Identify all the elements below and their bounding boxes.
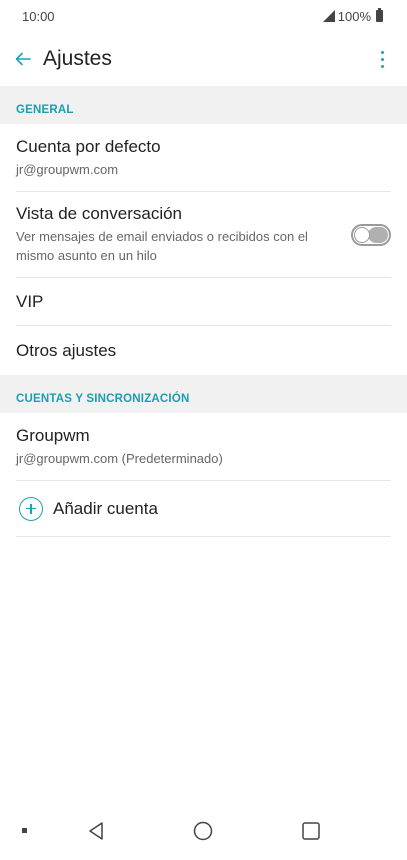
- item-subtitle: jr@groupwm.com (Predeterminado): [16, 450, 223, 466]
- list-item-vip[interactable]: VIP: [16, 278, 391, 326]
- list-item-default-account[interactable]: Cuenta por defecto jr@groupwm.com: [16, 124, 391, 192]
- item-subtitle: jr@groupwm.com: [16, 161, 119, 177]
- section-header-general: GENERAL: [0, 86, 407, 124]
- section-header-accounts: CUENTAS Y SINCRONIZACIÓN: [0, 375, 407, 413]
- more-options-button[interactable]: [371, 46, 393, 72]
- list-item-conversation-view[interactable]: Vista de conversación Ver mensajes de em…: [16, 192, 391, 278]
- status-bar: 10:00 100%: [0, 0, 407, 32]
- item-title: Cuenta por defecto: [16, 136, 161, 156]
- item-subtitle: Ver mensajes de email enviados o recibid…: [16, 229, 308, 263]
- navigation-bar: [0, 804, 407, 860]
- back-button[interactable]: [12, 48, 34, 70]
- status-time: 10:00: [22, 8, 55, 24]
- battery-percent: 100%: [337, 8, 371, 24]
- item-title: Groupwm: [16, 425, 90, 445]
- toggle-knob: [354, 226, 370, 243]
- add-account-button[interactable]: Añadir cuenta: [16, 481, 391, 537]
- app-bar: Ajustes: [0, 32, 407, 86]
- status-indicators: 100%: [322, 8, 383, 24]
- home-circle-icon[interactable]: [193, 821, 213, 841]
- battery-icon: [376, 8, 383, 22]
- recents-square-icon[interactable]: [302, 822, 320, 840]
- signal-icon: [322, 10, 335, 22]
- dot-icon[interactable]: [22, 828, 27, 833]
- page-title: Ajustes: [43, 47, 112, 70]
- arrow-left-icon: [15, 52, 31, 66]
- item-title: Vista de conversación: [16, 204, 183, 223]
- more-vert-icon: [380, 50, 384, 54]
- add-circle-icon: [19, 496, 43, 521]
- item-title: VIP: [16, 291, 44, 311]
- item-title: Otros ajustes: [16, 340, 117, 360]
- conversation-view-toggle[interactable]: [351, 223, 391, 246]
- list-item-other-settings[interactable]: Otros ajustes: [16, 326, 391, 375]
- list-item-account-groupwm[interactable]: Groupwm jr@groupwm.com (Predeterminado): [16, 413, 391, 481]
- back-triangle-icon[interactable]: [87, 821, 105, 841]
- item-title: Añadir cuenta: [53, 498, 158, 518]
